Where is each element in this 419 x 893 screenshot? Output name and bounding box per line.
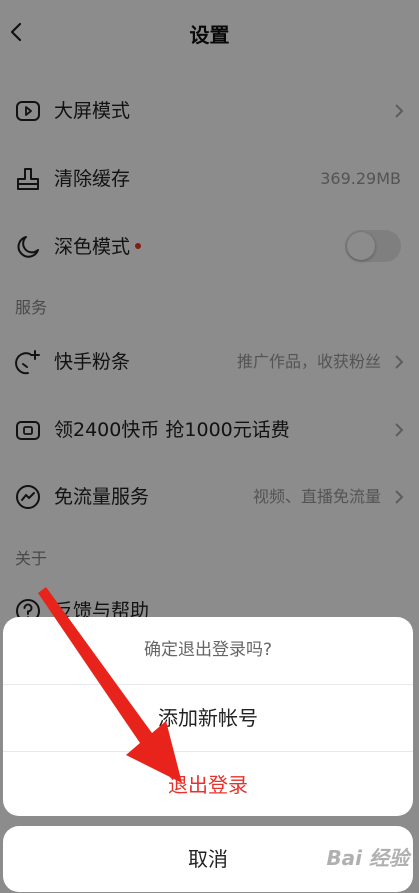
baidu-jingyan-watermark: Bai 经验 — [326, 846, 409, 870]
logout-confirm-question: 确定退出登录吗? — [3, 617, 413, 685]
logout-button[interactable]: 退出登录 — [3, 752, 413, 816]
logout-action-sheet: 确定退出登录吗? 添加新帐号 退出登录 — [3, 617, 413, 816]
add-account-button[interactable]: 添加新帐号 — [3, 685, 413, 752]
